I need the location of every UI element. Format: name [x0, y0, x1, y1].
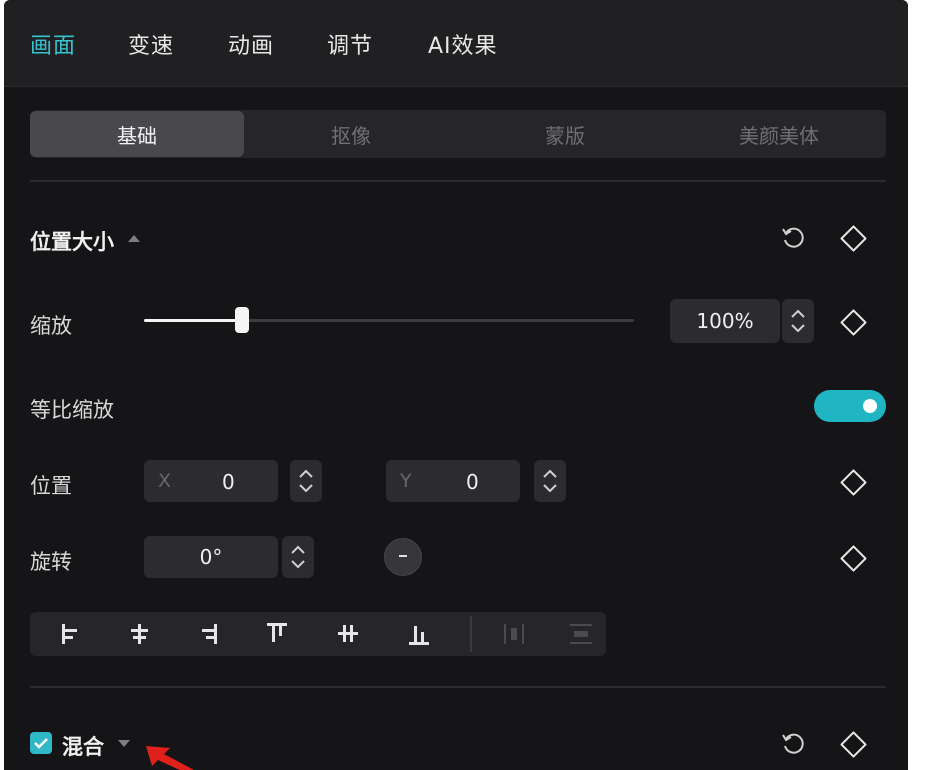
- toggle-knob: [863, 399, 877, 413]
- align-center-v-icon[interactable]: [318, 612, 378, 656]
- sub-tab-bar: 基础 抠像 蒙版 美颜美体: [30, 110, 886, 158]
- uniform-scale-toggle[interactable]: [814, 390, 886, 422]
- align-top-icon[interactable]: [248, 612, 308, 656]
- rotation-label: 旋转: [30, 550, 72, 574]
- subtab-mask[interactable]: 蒙版: [458, 110, 672, 158]
- x-value: 0: [222, 470, 235, 494]
- subtab-beauty[interactable]: 美颜美体: [672, 110, 886, 158]
- divider: [30, 686, 886, 688]
- tab-picture[interactable]: 画面: [30, 28, 76, 60]
- rotation-stepper[interactable]: [282, 536, 314, 578]
- scale-stepper[interactable]: [782, 299, 814, 343]
- expand-caret-icon[interactable]: [118, 740, 130, 747]
- align-right-icon[interactable]: [178, 612, 238, 656]
- scale-slider[interactable]: [144, 319, 634, 322]
- tab-animation[interactable]: 动画: [228, 28, 274, 60]
- y-axis-label: Y: [400, 470, 412, 492]
- reset-icon[interactable]: [780, 731, 806, 757]
- collapse-caret-icon[interactable]: [128, 235, 140, 242]
- toolbar-divider: [470, 616, 472, 652]
- keyframe-icon[interactable]: [840, 225, 867, 252]
- subtab-cutout[interactable]: 抠像: [244, 110, 458, 158]
- tab-adjust[interactable]: 调节: [327, 28, 373, 60]
- distribute-h-icon[interactable]: [484, 612, 544, 656]
- alignment-toolbar: [30, 612, 606, 656]
- tab-speed[interactable]: 变速: [128, 28, 174, 60]
- tab-ai-effects[interactable]: AI效果: [428, 28, 498, 60]
- position-y-field[interactable]: Y 0: [386, 460, 520, 502]
- keyframe-icon[interactable]: [840, 309, 867, 336]
- distribute-v-icon[interactable]: [552, 612, 612, 656]
- position-x-stepper[interactable]: [290, 460, 322, 502]
- position-x-field[interactable]: X 0: [144, 460, 278, 502]
- section-title-position-size[interactable]: 位置大小: [30, 226, 114, 256]
- properties-panel: 画面 变速 动画 调节 AI效果 基础 抠像 蒙版 美颜美体 位置大小 缩放 1…: [4, 0, 908, 770]
- rotation-dial[interactable]: [384, 538, 422, 576]
- checkmark-icon: [34, 738, 48, 749]
- rotation-field[interactable]: 0°: [144, 536, 278, 578]
- keyframe-icon[interactable]: [840, 469, 867, 496]
- keyframe-icon[interactable]: [840, 731, 867, 758]
- blend-checkbox[interactable]: [30, 732, 52, 754]
- dial-indicator: [399, 555, 407, 557]
- subtab-basic[interactable]: 基础: [30, 111, 244, 157]
- scale-label: 缩放: [30, 314, 72, 338]
- keyframe-icon[interactable]: [840, 545, 867, 572]
- position-y-stepper[interactable]: [534, 460, 566, 502]
- align-center-h-icon[interactable]: [110, 612, 170, 656]
- align-bottom-icon[interactable]: [390, 612, 450, 656]
- section-title-blend[interactable]: 混合: [62, 731, 104, 761]
- x-axis-label: X: [158, 470, 172, 492]
- top-tab-bar: 画面 变速 动画 调节 AI效果: [4, 0, 908, 87]
- y-value: 0: [466, 470, 479, 494]
- annotation-arrow-icon: [146, 746, 194, 770]
- scale-slider-fill: [144, 319, 242, 322]
- uniform-scale-label: 等比缩放: [30, 398, 114, 422]
- align-left-icon[interactable]: [40, 612, 100, 656]
- divider: [30, 180, 886, 182]
- reset-icon[interactable]: [780, 225, 806, 251]
- scale-slider-thumb[interactable]: [235, 307, 249, 333]
- scale-value-field[interactable]: 100%: [670, 299, 780, 343]
- position-label: 位置: [30, 474, 72, 498]
